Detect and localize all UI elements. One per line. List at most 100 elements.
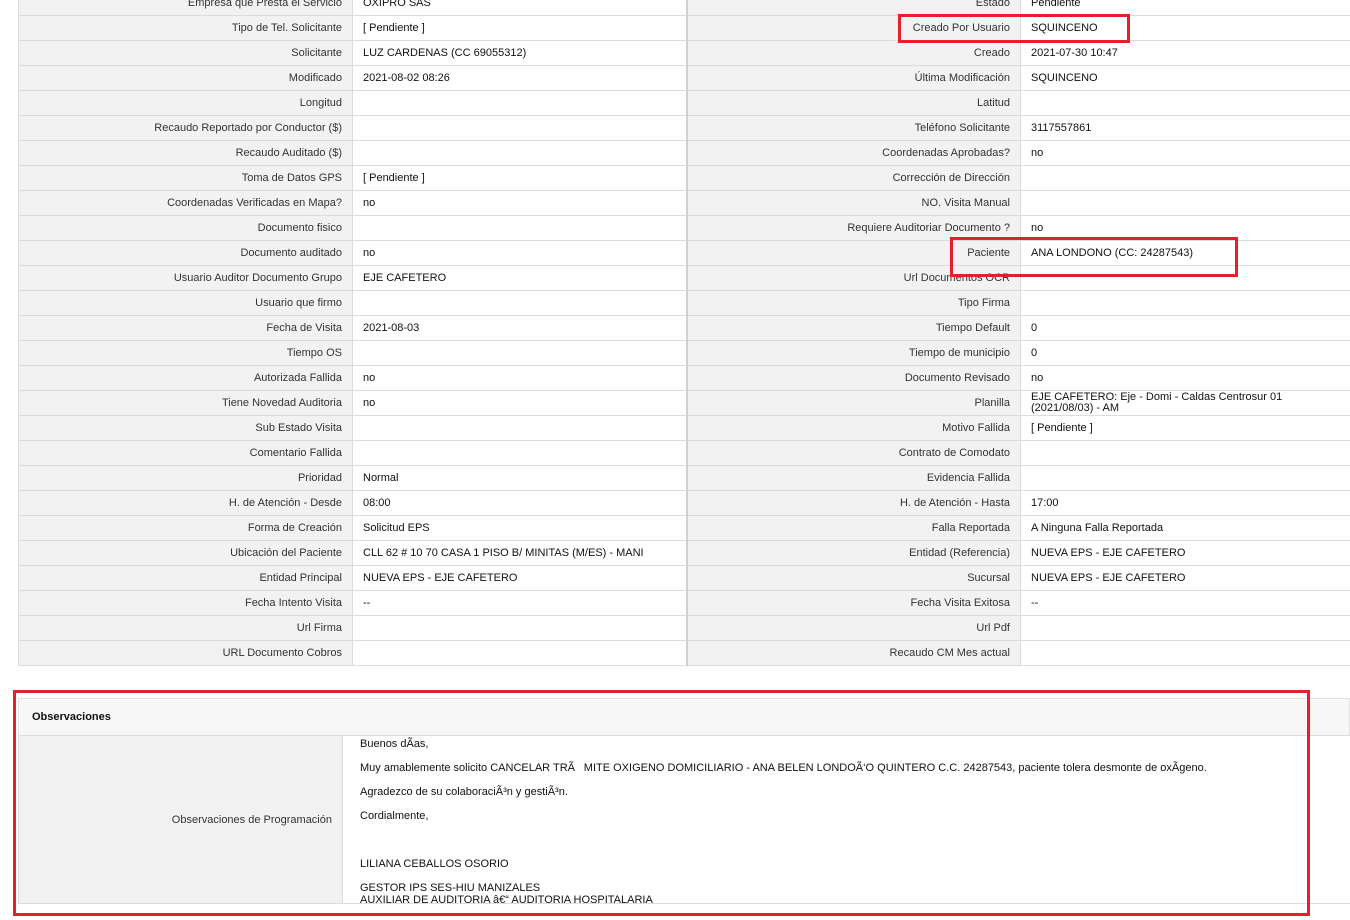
field-label: Coordenadas Aprobadas?: [685, 140, 1021, 166]
field-value: A Ninguna Falla Reportada: [1020, 515, 1350, 541]
details-row: Longitud Latitud: [18, 90, 1350, 116]
field-value: [1020, 440, 1350, 466]
field-label: Evidencia Fallida: [685, 465, 1021, 491]
details-row: Modificado 2021-08-02 08:26 Última Modific…: [18, 65, 1350, 91]
field-value: 2021-07-30 10:47: [1020, 40, 1350, 66]
field-value: no: [352, 365, 687, 391]
field-value: [1020, 90, 1350, 116]
field-value: 17:00: [1020, 490, 1350, 516]
details-row: Documento fisico Requiere Auditoriar Docu…: [18, 215, 1350, 241]
field-label: Sub Estado Visita: [18, 415, 353, 441]
field-label: Solicitante: [18, 40, 353, 66]
field-value: [1020, 165, 1350, 191]
field-label: H. de Atención - Hasta: [685, 490, 1021, 516]
obs-line: Agradezco de su colaboraciÃ³n y gestiÃ³n…: [360, 786, 568, 798]
field-label: Usuario Auditor Documento Grupo: [18, 265, 353, 291]
details-body: Empresa que Presta el Servicio OXIPRO SAS…: [18, 0, 1350, 666]
field-label: Sucursal: [685, 565, 1021, 591]
field-value: OXIPRO SAS: [352, 0, 687, 16]
field-label: Documento auditado: [18, 240, 353, 266]
field-value: [ Pendiente ]: [1020, 415, 1350, 441]
field-label: Teléfono Solicitante: [685, 115, 1021, 141]
field-label: Última Modificación: [685, 65, 1021, 91]
field-value: [1020, 290, 1350, 316]
field-value: no: [352, 390, 687, 416]
field-value: [1020, 190, 1350, 216]
field-label: Longitud: [18, 90, 353, 116]
field-value: [352, 415, 687, 441]
field-label: Documento Revisado: [685, 365, 1021, 391]
field-value: ANA LONDONO (CC: 24287543): [1020, 240, 1350, 266]
details-row: Tipo de Tel. Solicitante[ Pendiente ] Cre…: [18, 15, 1350, 41]
details-row: Autorizada Fallida no Documento Revisado …: [18, 365, 1350, 391]
field-label: Paciente: [685, 240, 1021, 266]
details-row: Fecha Intento Visita -- Fecha Visita Exit…: [18, 590, 1350, 616]
field-label: Fecha Intento Visita: [18, 590, 353, 616]
field-label: Planilla: [685, 390, 1021, 416]
field-label: Motivo Fallida: [685, 415, 1021, 441]
field-value: no: [352, 190, 687, 216]
observaciones-body: Observaciones de Programación Buenos dÃa…: [18, 736, 1350, 906]
field-label: H. de Atención - Desde: [18, 490, 353, 516]
field-label: Url Pdf: [685, 615, 1021, 641]
field-label: Tiempo OS: [18, 340, 353, 366]
field-label: Recaudo Auditado ($): [18, 140, 353, 166]
obs-line: GESTOR IPS SES-HIU MANIZALES: [360, 882, 541, 894]
details-row: Recaudo Reportado por Conductor ($) Teléf…: [18, 115, 1350, 141]
field-value: LUZ CARDENAS (CC 69055312): [352, 40, 687, 66]
field-label: Url Firma: [18, 615, 353, 641]
field-label: Autorizada Fallida: [18, 365, 353, 391]
details-row: Tiempo OS Tiempo de municipio 0: [18, 340, 1350, 366]
field-label: Tipo Firma: [685, 290, 1021, 316]
field-value: [1020, 265, 1350, 291]
field-label: Empresa que Presta el Servicio: [18, 0, 353, 16]
field-value: [352, 615, 687, 641]
field-label: Latitud: [685, 90, 1021, 116]
field-value: [1020, 615, 1350, 641]
obs-line: LILIANA CEBALLOS OSORIO: [360, 858, 509, 870]
field-label: Tipo de Tel. Solicitante: [18, 15, 353, 41]
field-label: Documento fisico: [18, 215, 353, 241]
details-row: Recaudo Auditado ($) Coordenadas Aprobada…: [18, 140, 1350, 166]
details-row: Sub Estado Visita Motivo Fallida[ Pendien…: [18, 415, 1350, 441]
obs-line: AUXILIAR DE AUDITORIA â€“ AUDITORIA HOSP…: [360, 894, 653, 906]
field-value: [352, 90, 687, 116]
field-value: EJE CAFETERO: Eje - Domi - Caldas Centro…: [1020, 390, 1350, 416]
observaciones-header: Observaciones: [18, 698, 1350, 736]
field-label: Prioridad: [18, 465, 353, 491]
details-row: Comentario Fallida Contrato de Comodato: [18, 440, 1350, 466]
field-value: [352, 290, 687, 316]
field-label: Fecha de Visita: [18, 315, 353, 341]
field-value: SQUINCENO: [1020, 15, 1350, 41]
field-value: SQUINCENO: [1020, 65, 1350, 91]
details-table: Empresa que Presta el Servicio OXIPRO SAS…: [18, 0, 1350, 666]
field-label: Comentario Fallida: [18, 440, 353, 466]
field-value: NUEVA EPS - EJE CAFETERO: [352, 565, 687, 591]
field-label: Tiempo Default: [685, 315, 1021, 341]
field-value: 0: [1020, 315, 1350, 341]
field-label: Creado Por Usuario: [685, 15, 1021, 41]
field-label: Ubicación del Paciente: [18, 540, 353, 566]
details-row: Url Firma Url Pdf: [18, 615, 1350, 641]
field-label: Falla Reportada: [685, 515, 1021, 541]
field-label: Entidad Principal: [18, 565, 353, 591]
field-value: CLL 62 # 10 70 CASA 1 PISO B/ MINITAS (M…: [352, 540, 687, 566]
field-value: no: [1020, 215, 1350, 241]
field-value: [352, 640, 687, 666]
field-value: [352, 140, 687, 166]
field-value: Solicitud EPS: [352, 515, 687, 541]
field-label: Entidad (Referencia): [685, 540, 1021, 566]
details-row: Fecha de Visita 2021-08-03 Tiempo Default…: [18, 315, 1350, 341]
field-label: Estado: [685, 0, 1021, 16]
field-label: Toma de Datos GPS: [18, 165, 353, 191]
observaciones-label: Observaciones de Programación: [18, 736, 343, 904]
field-value: [352, 215, 687, 241]
field-label: Creado: [685, 40, 1021, 66]
field-value: [352, 440, 687, 466]
field-value: 08:00: [352, 490, 687, 516]
details-row: Tiene Novedad Auditoria no Planilla EJE CA…: [18, 390, 1350, 416]
field-value: NUEVA EPS - EJE CAFETERO: [1020, 540, 1350, 566]
field-label: Recaudo CM Mes actual: [685, 640, 1021, 666]
details-row: Toma de Datos GPS[ Pendiente ] Corrección…: [18, 165, 1350, 191]
field-label: Tiene Novedad Auditoria: [18, 390, 353, 416]
